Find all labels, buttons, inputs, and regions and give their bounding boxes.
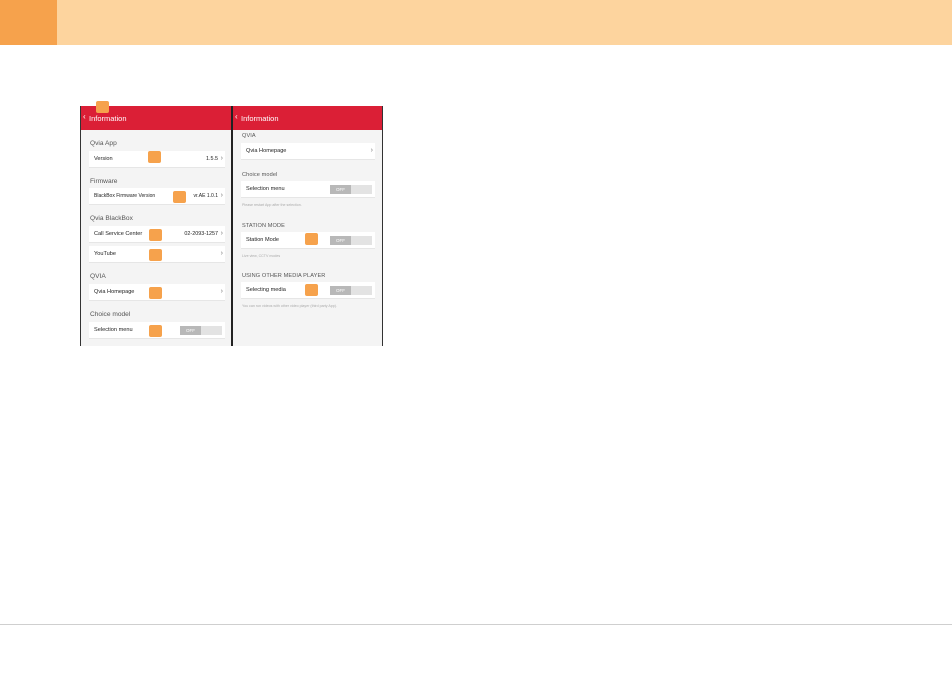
callout-marker — [305, 284, 318, 296]
left-header-title: Information — [89, 114, 127, 123]
selection-menu-toggle[interactable]: OFF — [330, 185, 372, 194]
toggle-knob: OFF — [180, 326, 201, 335]
section-choice-model: Choice model — [90, 311, 131, 318]
choice-model-note: Please restart App after the selection. — [242, 203, 302, 207]
chevron-right-icon: › — [220, 230, 223, 237]
station-mode-note: Live view, CCTV modes — [242, 254, 281, 258]
callout-marker — [149, 249, 162, 261]
right-phone-screen: ‹ Information QVIA Qvia Homepage › Choic… — [233, 106, 383, 346]
callout-marker — [305, 233, 318, 245]
chevron-right-icon: › — [220, 155, 223, 162]
right-header-bar: ‹ Information — [233, 106, 382, 130]
firmware-label: BlackBox Firmware Version — [94, 193, 156, 199]
top-banner — [0, 0, 952, 45]
chevron-right-icon: › — [370, 147, 373, 154]
callout-marker — [149, 229, 162, 241]
footer-rule — [0, 624, 952, 625]
chevron-right-icon: › — [220, 288, 223, 295]
homepage-row[interactable]: Qvia Homepage › — [241, 143, 375, 160]
right-header-title: Information — [241, 114, 279, 123]
toggle-knob: OFF — [330, 286, 351, 295]
homepage-label: Qvia Homepage — [246, 148, 287, 154]
top-banner-tab — [0, 0, 57, 45]
section-other-player: USING OTHER MEDIA PLAYER — [242, 273, 326, 279]
callout-marker — [148, 151, 161, 163]
chevron-left-icon[interactable]: ‹ — [235, 113, 238, 121]
section-qvia: QVIA — [90, 273, 106, 280]
homepage-label: Qvia Homepage — [94, 289, 135, 295]
youtube-label: YouTube — [94, 251, 116, 257]
chevron-left-icon[interactable]: ‹ — [83, 113, 86, 121]
section-station-mode: STATION MODE — [242, 223, 285, 229]
firmware-row[interactable]: BlackBox Firmware Version vr.AE 1.0.1 › — [89, 188, 225, 205]
version-label: Version — [94, 156, 113, 162]
selection-menu-toggle[interactable]: OFF — [180, 326, 222, 335]
section-qvia-blackbox: Qvia BlackBox — [90, 215, 133, 222]
callout-marker — [149, 287, 162, 299]
section-firmware: Firmware — [90, 178, 118, 185]
toggle-knob: OFF — [330, 236, 351, 245]
section-choice-model: Choice model — [242, 172, 278, 178]
selection-menu-label: Selection menu — [94, 327, 133, 333]
section-qvia: QVIA — [242, 133, 256, 139]
selection-menu-label: Selection menu — [246, 186, 285, 192]
call-service-value: 02-2093-1257 — [184, 231, 218, 237]
version-value: 1.5.5 — [206, 156, 218, 162]
selection-menu-row: Selection menu OFF — [241, 181, 375, 198]
callout-marker — [149, 325, 162, 337]
left-phone-screen: ‹ Information Qvia App Version 1.5.5 › F… — [80, 106, 231, 346]
other-player-note: You can run videos with other video play… — [242, 304, 337, 308]
station-mode-label: Station Mode — [246, 237, 279, 243]
callout-marker — [96, 101, 109, 113]
selecting-media-label: Selecting media — [246, 287, 286, 293]
selecting-media-toggle[interactable]: OFF — [330, 286, 372, 295]
firmware-value: vr.AE 1.0.1 — [193, 193, 218, 199]
chevron-right-icon: › — [220, 192, 223, 199]
section-qvia-app: Qvia App — [90, 140, 117, 147]
call-service-label: Call Service Center — [94, 231, 143, 237]
station-mode-toggle[interactable]: OFF — [330, 236, 372, 245]
callout-marker — [173, 191, 186, 203]
chevron-right-icon: › — [220, 250, 223, 257]
toggle-knob: OFF — [330, 185, 351, 194]
